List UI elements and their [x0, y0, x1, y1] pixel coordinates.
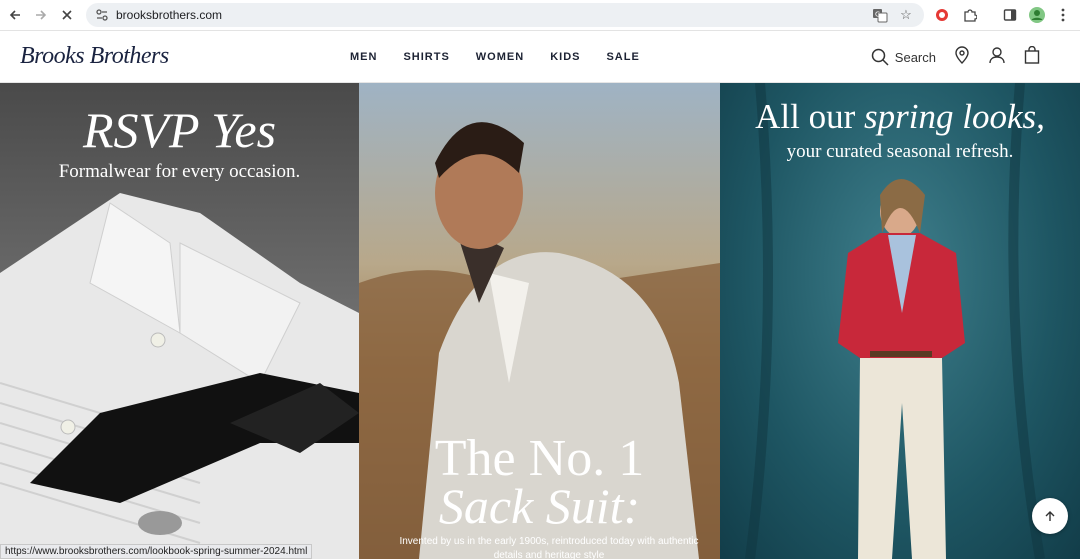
suit-title-line2: Sack Suit:: [438, 478, 641, 534]
search-label: Search: [894, 49, 936, 65]
spring-looks-promo-panel[interactable]: All our spring looks, your curated seaso…: [720, 83, 1080, 559]
nav-item-women[interactable]: WOMEN: [476, 51, 524, 63]
formalwear-promo-panel[interactable]: RSVP Yes Formalwear for every occasion.: [0, 83, 359, 559]
status-bar-link-preview: https://www.brooksbrothers.com/lookbook-…: [0, 544, 313, 559]
site-header: Brooks Brothers MEN SHIRTS WOMEN KIDS SA…: [0, 31, 1080, 83]
formal-subtitle: Formalwear for every occasion.: [58, 161, 301, 182]
nav-item-shirts[interactable]: SHIRTS: [403, 51, 449, 63]
spring-title-plain: All our: [755, 97, 865, 136]
svg-text:G: G: [875, 11, 880, 19]
site-info-icon[interactable]: [92, 5, 112, 25]
url-text[interactable]: brooksbrothers.com: [116, 8, 222, 22]
search-button[interactable]: Search: [871, 48, 936, 66]
user-icon[interactable]: [988, 46, 1006, 69]
back-arrow-icon[interactable]: [4, 4, 26, 26]
spring-title-italic: spring looks,: [864, 97, 1045, 136]
nav-item-men[interactable]: MEN: [350, 51, 377, 63]
location-pin-icon[interactable]: [954, 45, 970, 69]
browser-toolbar: brooksbrothers.com G ☆: [0, 0, 1080, 31]
search-icon: [871, 48, 889, 66]
header-actions: Search: [871, 31, 1040, 83]
main-nav: MEN SHIRTS WOMEN KIDS SALE: [350, 31, 640, 83]
arrow-up-icon: [1045, 511, 1055, 521]
spring-subtitle: your curated seasonal refresh.: [786, 141, 1014, 162]
stop-loading-icon[interactable]: [56, 4, 78, 26]
puzzle-extensions-icon[interactable]: [959, 4, 981, 26]
sack-suit-promo-panel[interactable]: The No. 1 Sack Suit: Invented by us in t…: [359, 83, 720, 559]
browser-menu-icon[interactable]: [1052, 4, 1074, 26]
forward-arrow-icon[interactable]: [30, 4, 52, 26]
suit-description: Invented by us in the early 1900s, reint…: [399, 536, 699, 559]
spring-title: All our spring looks,: [720, 97, 1080, 137]
address-bar[interactable]: brooksbrothers.com G ☆: [86, 3, 924, 27]
formal-title: RSVP Yes: [82, 102, 277, 158]
star-icon[interactable]: ☆: [896, 5, 916, 25]
nav-item-kids[interactable]: KIDS: [550, 51, 580, 63]
profile-avatar-icon[interactable]: [1026, 4, 1048, 26]
nav-item-sale[interactable]: SALE: [606, 51, 639, 63]
shopping-bag-icon[interactable]: [1024, 45, 1040, 69]
brooks-brothers-logo[interactable]: Brooks Brothers: [20, 43, 169, 70]
back-to-top-button[interactable]: [1032, 498, 1068, 534]
extension-icon[interactable]: [931, 4, 953, 26]
side-panel-icon[interactable]: [999, 4, 1021, 26]
translate-icon[interactable]: G: [870, 5, 890, 25]
